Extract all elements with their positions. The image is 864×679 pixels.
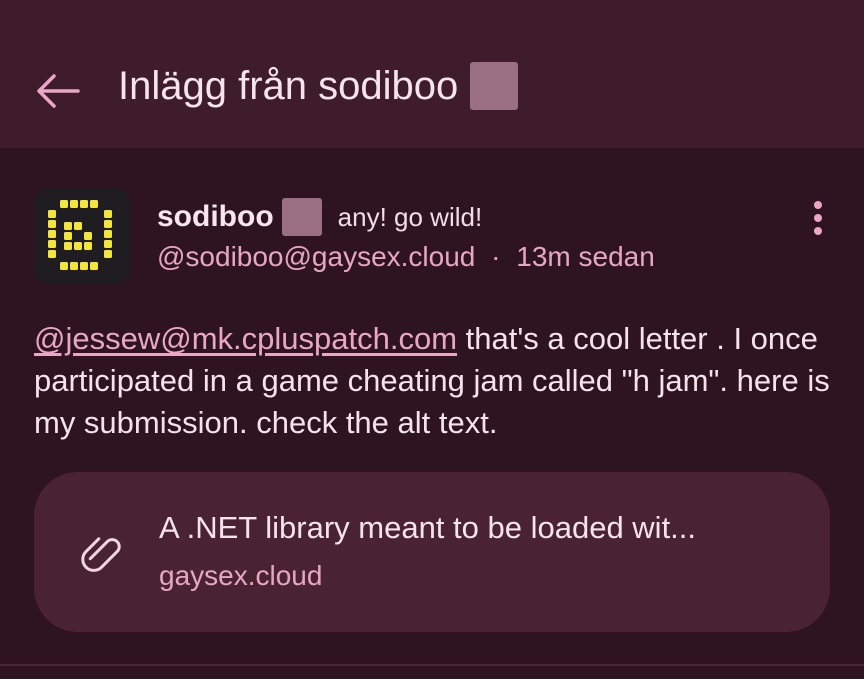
- avatar[interactable]: [34, 188, 130, 284]
- link-title: A .NET library meant to be loaded wit...: [159, 510, 697, 545]
- meta-separator: ·: [491, 241, 501, 272]
- avatar-image: [34, 188, 130, 284]
- author-name[interactable]: sodiboo: [157, 200, 274, 234]
- link-domain: gaysex.cloud: [159, 560, 323, 591]
- link-preview-card[interactable]: A .NET library meant to be loaded wit...…: [34, 472, 830, 632]
- arrow-left-icon: [37, 74, 80, 108]
- back-button[interactable]: [30, 66, 86, 116]
- divider: [0, 664, 864, 666]
- top-app-bar: Inlägg från sodiboo: [0, 0, 864, 148]
- page-title: Inlägg från sodiboo: [118, 62, 519, 110]
- post-timestamp: 13m sedan: [516, 241, 655, 272]
- page-title-text: Inlägg från sodiboo: [118, 63, 459, 108]
- more-vertical-icon: [814, 201, 822, 235]
- custom-emoji: [470, 62, 519, 110]
- more-options-button[interactable]: [798, 196, 838, 240]
- author-status: any! go wild!: [337, 201, 483, 232]
- paperclip-icon: [81, 537, 121, 572]
- post-content: @jessew@mk.cpluspatch.com that's a cool …: [34, 318, 834, 444]
- custom-emoji: [281, 198, 322, 236]
- author-meta: @sodiboo@gaysex.cloud · 13m sedan: [157, 241, 655, 273]
- author-handle[interactable]: @sodiboo@gaysex.cloud: [157, 241, 475, 272]
- author-line: sodiboo any! go wild!: [157, 198, 482, 236]
- post-view: sodiboo any! go wild! @sodiboo@gaysex.cl…: [0, 148, 864, 679]
- mention-link[interactable]: @jessew@mk.cpluspatch.com: [34, 321, 457, 356]
